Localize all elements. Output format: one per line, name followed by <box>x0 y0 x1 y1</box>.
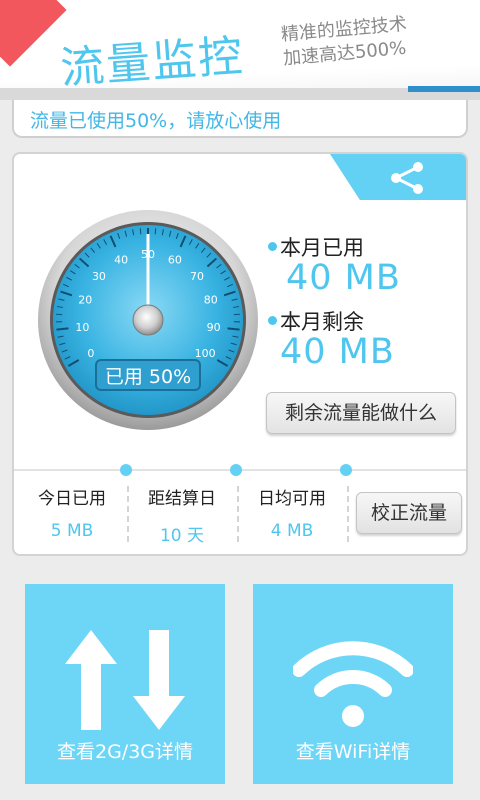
header-accent-bar <box>408 86 480 92</box>
daily-average-label: 日均可用 <box>258 489 326 509</box>
gauge-tick-label: 90 <box>207 321 221 334</box>
days-to-settle-label: 距结算日 <box>148 489 216 509</box>
app-header: 流量监控 精准的监控技术 加速高达500% <box>0 0 480 100</box>
gauge-tick-label: 20 <box>78 294 92 307</box>
up-down-arrows-icon <box>65 630 185 730</box>
gauge-tick-label: 0 <box>87 347 94 360</box>
usage-notice: 流量已使用50%，请放心使用 <box>12 100 468 138</box>
wifi-icon <box>293 641 413 727</box>
month-used-value: 40 MB <box>286 258 401 298</box>
app-title: 流量监控 <box>58 30 246 95</box>
gauge-tick-label: 100 <box>195 347 216 360</box>
gauge-tick-label: 30 <box>92 270 106 283</box>
divider-dot-1 <box>120 464 132 476</box>
separator-3 <box>347 486 349 542</box>
gauge-minor-tick <box>139 228 142 235</box>
today-used-value: 5 MB <box>50 521 94 541</box>
gauge-tick-label: 60 <box>168 254 182 267</box>
gauge-tick-label: 10 <box>75 321 89 334</box>
gauge-major-tick <box>56 327 69 331</box>
what-can-do-button[interactable]: 剩余流量能做什么 <box>266 392 456 434</box>
calibrate-button[interactable]: 校正流量 <box>356 492 462 534</box>
daily-average-stat: 日均可用 4 MB <box>238 484 346 541</box>
days-to-settle-value: 10 天 <box>159 526 205 546</box>
usage-card: 0102030405060708090100 已用 50% 本月已用 40 MB… <box>12 152 468 556</box>
usage-gauge: 0102030405060708090100 已用 50% <box>36 208 260 432</box>
today-used-stat: 今日已用 5 MB <box>18 484 126 541</box>
wifi-label: 查看WiFi详情 <box>295 741 411 763</box>
wifi-tile[interactable]: 查看WiFi详情 <box>253 584 453 784</box>
gauge-tick-label: 80 <box>204 294 218 307</box>
gauge-major-tick <box>227 327 240 331</box>
used-percent-text: 已用 50% <box>105 366 191 388</box>
mobile-data-tile[interactable]: 查看2G/3G详情 <box>25 584 225 784</box>
gauge-minor-tick <box>154 228 157 235</box>
remaining-dot <box>268 316 277 325</box>
divider-dot-2 <box>230 464 242 476</box>
used-dot <box>268 242 277 251</box>
mobile-data-label: 查看2G/3G详情 <box>56 741 194 763</box>
divider-dot-3 <box>340 464 352 476</box>
days-to-settle-stat: 距结算日 10 天 <box>128 484 236 546</box>
gauge-tick-label: 70 <box>190 270 204 283</box>
gauge-hub <box>132 304 164 336</box>
today-used-label: 今日已用 <box>38 489 106 509</box>
share-icon[interactable] <box>388 161 426 195</box>
gauge-tick-label: 40 <box>114 254 128 267</box>
month-remaining-value: 40 MB <box>280 332 395 372</box>
daily-average-value: 4 MB <box>270 521 314 541</box>
